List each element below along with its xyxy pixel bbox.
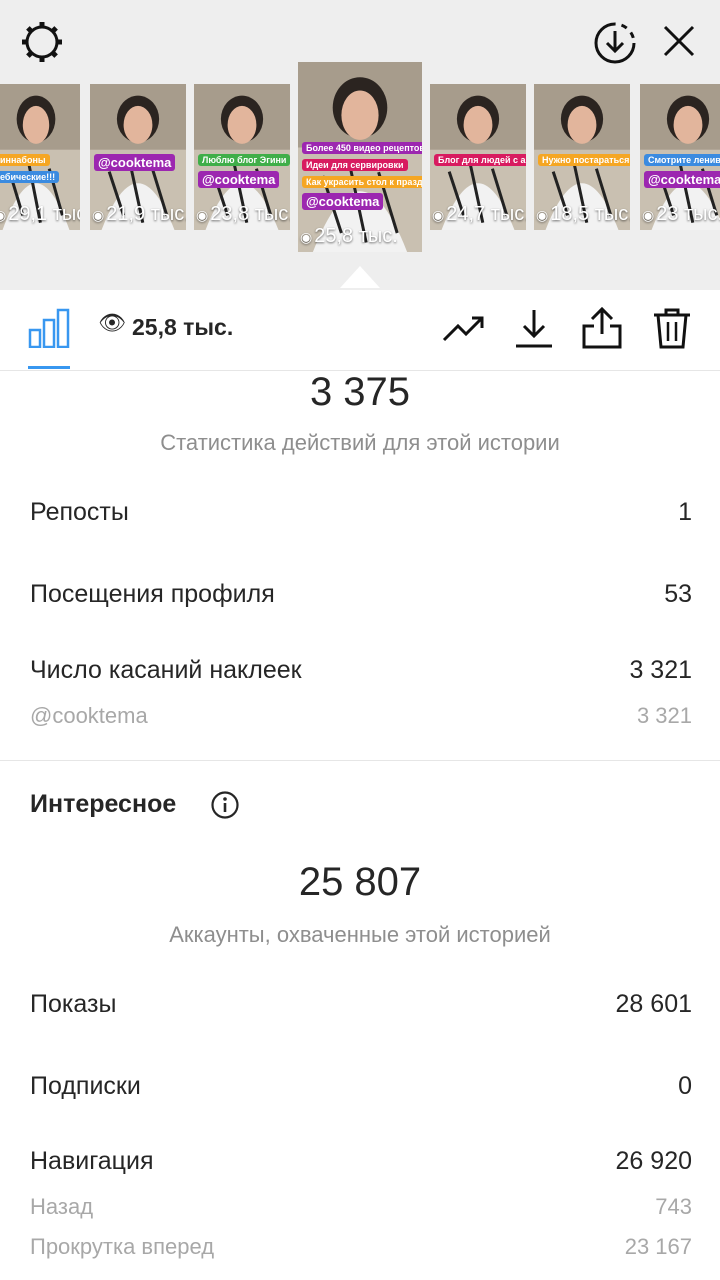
story-strip-area: иннабоныебические!!!◉29,1 тыс.@cooktema◉… xyxy=(0,0,720,290)
story-photo xyxy=(298,62,422,252)
stat-row-back: Назад 743 xyxy=(30,1194,692,1234)
stat-row-follows: Подписки 0 xyxy=(30,1072,692,1112)
eye-icon: ◉ xyxy=(536,207,549,223)
story-view-count-text: 24,7 тыс. xyxy=(446,203,526,225)
story-insights-content: 3 375 Статистика действий для этой истор… xyxy=(0,370,720,1280)
story-sticker: Нужно постараться, чтобы не найти полезн… xyxy=(538,154,630,166)
close-icon[interactable] xyxy=(660,22,698,60)
stat-label: Репосты xyxy=(30,498,129,526)
story-view-count: ◉ 18,5 тыс. xyxy=(536,203,630,226)
stat-value: 3 321 xyxy=(629,656,692,684)
story-sticker: @cooktema xyxy=(302,193,384,210)
story-thumbnail[interactable]: @cooktema ◉ 21,9 тыс. xyxy=(90,84,186,230)
eye-icon: 👁 xyxy=(98,310,126,335)
insights-tab-underline xyxy=(28,366,70,369)
story-view-count: ◉ 21,9 тыс. xyxy=(92,203,186,226)
trash-icon[interactable] xyxy=(650,306,694,350)
story-sticker: Люблю блог Эгини xyxy=(198,154,290,166)
story-view-count: ◉29,1 тыс. xyxy=(0,203,80,226)
story-action-bar: 👁 25,8 тыс. xyxy=(0,290,720,371)
story-view-count: ◉ 24,7 тыс. xyxy=(432,203,526,226)
story-sticker: @cooktema xyxy=(198,171,280,188)
story-thumbnails: иннабоныебические!!!◉29,1 тыс.@cooktema◉… xyxy=(0,62,720,252)
story-thumbnail[interactable]: иннабоны ебические!!! ◉29,1 тыс. xyxy=(0,84,80,230)
story-view-count-text: 21,9 тыс. xyxy=(106,203,186,225)
bar-chart-icon[interactable] xyxy=(28,308,70,348)
story-sticker: @cooktema xyxy=(94,154,176,171)
stat-label: Число касаний наклеек xyxy=(30,656,302,684)
story-sticker: Смотрите ленивые хачапури за 15 минут xyxy=(644,154,720,166)
gear-icon[interactable] xyxy=(20,20,64,64)
stat-row-sticker-taps: Число касаний наклеек 3 321 xyxy=(30,656,692,696)
stat-row-navigation: Навигация 26 920 xyxy=(30,1147,692,1187)
story-view-count: ◉ 23,8 тыс. xyxy=(196,203,290,226)
trend-icon[interactable] xyxy=(442,306,486,350)
story-sticker: Блог для людей с аппетитом xyxy=(434,154,526,166)
story-sticker: иннабоны xyxy=(0,154,50,166)
story-view-count: ◉ 23 тыс. xyxy=(642,203,720,226)
stat-label: Прокрутка вперед xyxy=(30,1234,215,1259)
eye-icon: ◉ xyxy=(196,207,209,223)
info-icon[interactable] xyxy=(210,790,240,820)
story-thumbnail[interactable]: Нужно постараться, чтобы не найти полезн… xyxy=(534,84,630,230)
eye-icon: ◉ xyxy=(300,229,313,245)
stat-row-reposts: Репосты 1 xyxy=(30,498,692,538)
story-sticker: Как украсить стол к празднику xyxy=(302,176,422,188)
story-sticker: Более 450 видео рецептов с озвучкой xyxy=(302,142,422,154)
stat-value: 28 601 xyxy=(615,990,692,1018)
section-divider xyxy=(0,760,720,761)
story-view-count-text: 23,8 тыс. xyxy=(210,203,290,225)
stat-row-profile-visits: Посещения профиля 53 xyxy=(30,580,692,620)
selected-story-pointer xyxy=(340,266,380,288)
story-sticker: ебические!!! xyxy=(0,171,60,183)
interactions-total: 3 375 xyxy=(309,370,411,414)
story-view-count: ◉ 25,8 тыс. xyxy=(300,225,398,248)
stat-value: 0 xyxy=(678,1072,692,1100)
story-thumbnail[interactable]: Смотрите ленивые хачапури за 15 минут @co… xyxy=(640,84,720,230)
interactions-caption: Статистика действий для этой истории xyxy=(160,430,560,455)
stat-row-forward: Прокрутка вперед 23 167 xyxy=(30,1234,692,1274)
story-view-count-text: 23 тыс. xyxy=(656,203,720,225)
stat-row-impressions: Показы 28 601 xyxy=(30,990,692,1030)
story-thumbnail[interactable]: Более 450 видео рецептов с озвучкой Идеи … xyxy=(298,62,422,252)
story-sticker: Идеи для сервировки xyxy=(302,159,408,171)
reach-total: 25 807 xyxy=(298,860,422,904)
discovery-section-title: Интересное xyxy=(30,790,177,818)
story-view-count-text: 18,5 тыс. xyxy=(550,203,630,225)
views-count: 25,8 тыс. xyxy=(132,314,234,340)
story-sticker: @cooktema xyxy=(644,171,720,188)
stat-label: Назад xyxy=(30,1194,94,1219)
share-icon[interactable] xyxy=(580,306,624,350)
story-view-count-text: 29,1 тыс. xyxy=(8,203,80,225)
stat-label: Навигация xyxy=(30,1147,154,1175)
stat-value: 53 xyxy=(664,580,692,608)
eye-icon: ◉ xyxy=(432,207,445,223)
eye-icon: ◉ xyxy=(92,207,105,223)
story-view-count-text: 25,8 тыс. xyxy=(314,225,398,247)
eye-icon: ◉ xyxy=(642,207,655,223)
stat-label: Показы xyxy=(30,990,117,1018)
download-icon[interactable] xyxy=(512,306,556,350)
reach-caption: Аккаунты, охваченные этой историей xyxy=(169,922,551,947)
stat-value: 3 321 xyxy=(636,703,692,728)
stat-label: Подписки xyxy=(30,1072,141,1100)
stat-row-sticker-mention: @cooktema 3 321 xyxy=(30,703,692,743)
download-circle-icon[interactable] xyxy=(592,20,638,66)
stat-value: 1 xyxy=(678,498,692,526)
eye-icon: ◉ xyxy=(0,207,7,223)
stat-label: @cooktema xyxy=(30,703,148,728)
story-thumbnail[interactable]: Блог для людей с аппетитом ◉24,7 тыс. xyxy=(430,84,526,230)
stat-value: 743 xyxy=(655,1194,692,1219)
story-thumbnail[interactable]: Люблю блог Эгини @cooktema ◉ 23,8 тыс. xyxy=(194,84,290,230)
stat-value: 26 920 xyxy=(615,1147,692,1175)
stat-value: 23 167 xyxy=(624,1234,692,1259)
stat-label: Посещения профиля xyxy=(30,580,275,608)
